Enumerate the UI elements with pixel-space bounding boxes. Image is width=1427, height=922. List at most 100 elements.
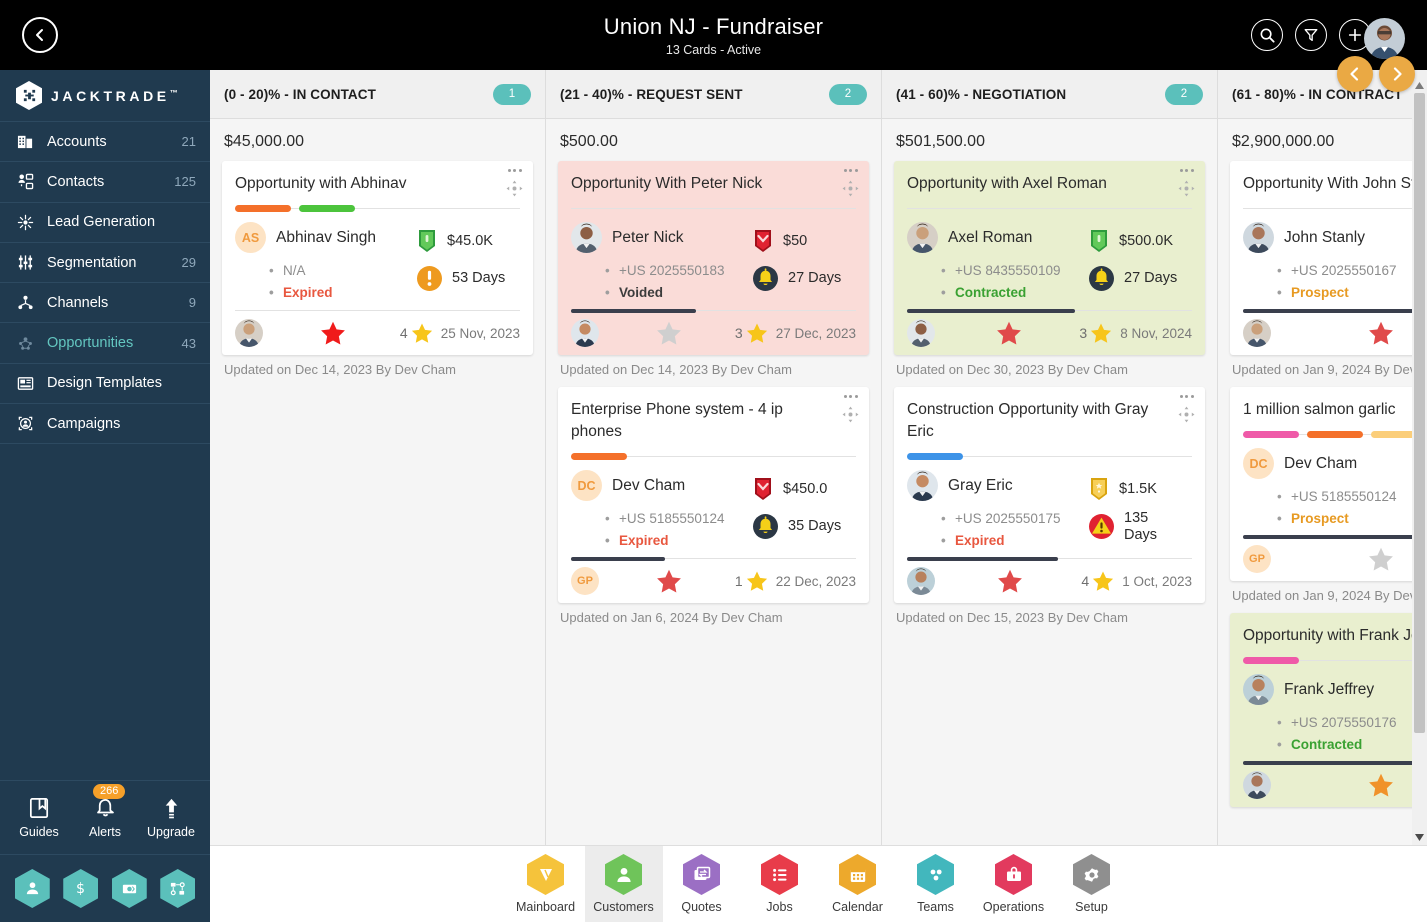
filter-button[interactable] [1295,19,1327,51]
card-tag-bar [907,205,1192,212]
board-prev-button[interactable] [1337,56,1373,92]
board-next-button[interactable] [1379,56,1415,92]
user-avatar[interactable] [1364,18,1405,59]
avatar [1243,674,1274,705]
bottom-nav-item-calendar[interactable]: Calendar [819,846,897,922]
card-menu-icon[interactable] [843,169,858,172]
sidebar-item-label: Accounts [47,133,107,150]
card-priority-star[interactable] [1275,546,1427,572]
opportunity-card[interactable]: Opportunity with Abhinav AS Abhinav Sing… [222,161,533,355]
search-button[interactable] [1251,19,1283,51]
opportunity-card[interactable]: Opportunity with Frank Jeffrey Frank Jef… [1230,613,1427,807]
sidebar-item-design-templates[interactable]: Design Templates [0,364,210,405]
guides-button[interactable]: Guides [10,796,68,839]
bottom-nav-item-operations[interactable]: Operations [975,846,1053,922]
red-shield-icon [755,478,771,500]
bottom-nav-item-jobs[interactable]: Jobs [741,846,819,922]
sidebar-item-campaigns[interactable]: Campaigns [0,404,210,445]
opportunity-card[interactable]: Enterprise Phone system - 4 ip phones DC… [558,387,869,603]
workflow-hex-icon[interactable] [160,869,196,908]
channels-icon [16,293,35,312]
card-person-name: Peter Nick [612,228,684,246]
card-menu-icon[interactable] [1179,395,1194,398]
opportunity-card[interactable]: Opportunity With Peter Nick Peter Nick +… [558,161,869,355]
opportunity-card[interactable]: Opportunity With John Stanly John Stanly… [1230,161,1427,355]
back-button[interactable] [22,17,58,53]
sidebar-item-channels[interactable]: Channels 9 [0,283,210,324]
footer-avatar-slot[interactable] [907,567,939,595]
bottom-nav-item-teams[interactable]: Teams [897,846,975,922]
person-hex-icon[interactable] [14,869,50,908]
card-menu-icon[interactable] [843,395,858,398]
footer-avatar-slot[interactable] [235,319,267,347]
sidebar-item-opportunities[interactable]: Opportunities 43 [0,323,210,364]
card-person-name: Dev Cham [612,476,686,494]
alerts-button[interactable]: 266 Alerts [76,784,134,839]
card-date: 1 Oct, 2023 [1122,573,1192,589]
footer-avatar-slot[interactable] [907,319,939,347]
sidebar-item-segmentation[interactable]: Segmentation 29 [0,243,210,284]
card-tag [907,453,963,460]
card-amount: $500.0K [1088,223,1192,260]
card-stats: $500.0K 27 Days [1088,222,1192,304]
card-menu-icon[interactable] [1179,169,1194,172]
card-move-handle[interactable] [506,180,523,202]
card-priority-star[interactable] [603,320,735,346]
column-body: $2,900,000.00 Opportunity With John Stan… [1218,119,1427,845]
card-priority-star[interactable] [603,568,735,594]
payment-hex-icon[interactable] [111,869,147,908]
sidebar-item-count: 29 [181,255,196,271]
bottom-nav-item-customers[interactable]: Customers [584,845,663,922]
card-top: Opportunity with Frank Jeffrey [1243,625,1427,647]
sidebar-item-accounts[interactable]: Accounts 21 [0,122,210,163]
sidebar-item-contacts[interactable]: Contacts 125 [0,162,210,203]
sidebar-item-lead-generation[interactable]: Lead Generation [0,203,210,243]
card-menu-icon[interactable] [507,169,522,172]
opportunity-card[interactable]: 1 million salmon garlic DC Dev Cham +US … [1230,387,1427,581]
card-contact-value: +US 2025550183 [605,260,752,282]
upgrade-button[interactable]: Upgrade [142,796,200,839]
dollar-hex-icon[interactable]: $ [63,869,99,908]
board-scrollbar[interactable] [1412,78,1427,845]
card-move-handle[interactable] [1178,406,1195,428]
card-bullets: +US 2075550176 Contracted [1243,712,1424,756]
footer-avatar-slot[interactable]: GP [1243,545,1275,573]
opportunity-card[interactable]: Construction Opportunity with Gray Eric … [894,387,1205,603]
opportunity-card[interactable]: Opportunity with Axel Roman Axel Roman +… [894,161,1205,355]
sidebar-item-count: 43 [181,335,196,351]
bottom-nav-item-mainboard[interactable]: Mainboard [507,846,585,922]
kanban-board: (0 - 20)% - IN CONTACT 1 $45,000.00 Opport… [210,70,1427,845]
card-tag [299,205,355,212]
lead-generation-icon [16,213,35,232]
card-priority-star[interactable] [939,320,1079,346]
avatar [907,222,938,253]
card-priority-star[interactable] [267,320,400,346]
card-move-handle[interactable] [842,406,859,428]
mainboard-icon [527,854,564,895]
card-priority-star[interactable] [1275,320,1427,346]
scroll-down-button[interactable] [1412,830,1427,845]
card-controls [1178,169,1195,202]
avatar [907,470,938,501]
move-handle-icon [1178,406,1195,423]
card-tag-bar [235,205,520,212]
card-rating-value: 4 [399,325,408,341]
footer-avatar-slot[interactable] [1243,319,1275,347]
bottom-nav-item-setup[interactable]: Setup [1053,846,1131,922]
alerts-badge: 266 [93,784,126,799]
bell-icon [753,266,778,291]
card-priority-star[interactable] [939,568,1081,594]
card-top: Opportunity with Axel Roman [907,173,1192,195]
card-move-handle[interactable] [1178,180,1195,202]
footer-avatar-slot[interactable] [571,319,603,347]
footer-avatar-slot[interactable] [1243,771,1275,799]
card-status: Expired [941,530,1088,552]
card-priority-star[interactable] [1275,772,1427,798]
footer-avatar-slot[interactable]: GP [571,567,603,595]
avatar: AS [235,222,266,253]
card-move-handle[interactable] [842,180,859,202]
scrollbar-thumb[interactable] [1414,93,1425,733]
card-footer: GP 2 [1243,535,1427,573]
brand-logo[interactable]: JACKTRADE™ [0,70,210,122]
bottom-nav-item-quotes[interactable]: Quotes [663,846,741,922]
